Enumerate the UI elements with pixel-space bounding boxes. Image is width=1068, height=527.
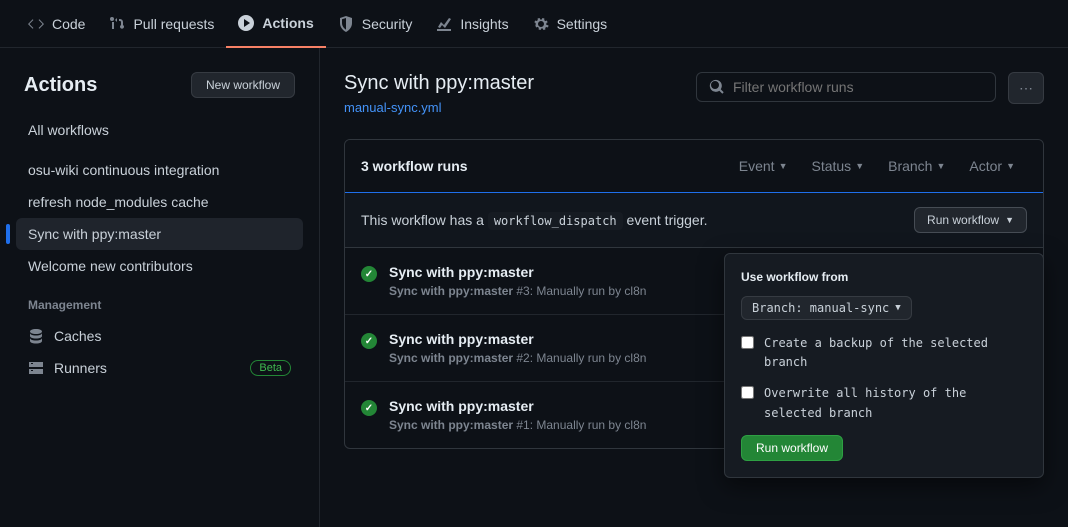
pull-request-icon — [109, 16, 125, 32]
tab-label: Settings — [557, 16, 608, 32]
filter-runs-search[interactable] — [696, 72, 996, 102]
repo-topnav: Code Pull requests Actions Security Insi… — [0, 0, 1068, 48]
tab-actions[interactable]: Actions — [226, 0, 325, 48]
run-sub-prefix: Sync with ppy:master — [389, 351, 513, 365]
sidebar-workflow-item-selected[interactable]: Sync with ppy:master — [16, 218, 303, 250]
kebab-icon: ⋯ — [1019, 80, 1033, 97]
code-icon — [28, 16, 44, 32]
sidebar: Actions New workflow All workflows osu-w… — [0, 48, 320, 527]
run-sub-prefix: Sync with ppy:master — [389, 284, 513, 298]
dispatch-text-suffix: event trigger. — [623, 212, 708, 228]
beta-badge: Beta — [250, 360, 291, 376]
filter-branch[interactable]: Branch▼ — [876, 154, 957, 178]
main: Sync with ppy:master manual-sync.yml ⋯ 3… — [320, 48, 1068, 527]
runs-count: 3 workflow runs — [361, 158, 727, 174]
run-workflow-button[interactable]: Run workflow — [741, 435, 843, 461]
tab-label: Insights — [460, 16, 508, 32]
filter-actor[interactable]: Actor▼ — [957, 154, 1027, 178]
kebab-menu-button[interactable]: ⋯ — [1008, 72, 1044, 104]
run-workflow-popover: Use workflow from Branch: manual-sync ▼ … — [724, 253, 1044, 478]
sidebar-caches-label: Caches — [54, 328, 101, 344]
sidebar-workflow-item[interactable]: osu-wiki continuous integration — [16, 154, 303, 186]
branch-select[interactable]: Branch: manual-sync ▼ — [741, 296, 912, 320]
filter-event[interactable]: Event▼ — [727, 154, 800, 178]
dispatch-code: workflow_dispatch — [488, 212, 623, 230]
filter-status[interactable]: Status▼ — [799, 154, 876, 178]
sidebar-runners-label: Runners — [54, 360, 107, 376]
graph-icon — [436, 16, 452, 32]
overwrite-checkbox[interactable] — [741, 386, 754, 399]
play-icon — [238, 15, 254, 31]
tab-label: Pull requests — [133, 16, 214, 32]
dispatch-text-prefix: This workflow has a — [361, 212, 488, 228]
tab-pulls[interactable]: Pull requests — [97, 0, 226, 48]
chevron-down-icon: ▼ — [1005, 215, 1014, 225]
tab-security[interactable]: Security — [326, 0, 425, 48]
overwrite-label: Overwrite all history of the selected br… — [764, 384, 1027, 422]
run-sub-rest: #3: Manually run by cl8n — [513, 284, 646, 298]
sidebar-workflow-item[interactable]: Welcome new contributors — [16, 250, 303, 282]
tab-settings[interactable]: Settings — [521, 0, 620, 48]
chevron-down-icon: ▼ — [1006, 161, 1015, 171]
sidebar-mgmt-label: Management — [16, 282, 303, 320]
server-icon — [28, 360, 44, 376]
sidebar-caches[interactable]: Caches — [16, 320, 303, 352]
dispatch-banner: This workflow has a workflow_dispatch ev… — [345, 192, 1043, 248]
new-workflow-button[interactable]: New workflow — [191, 72, 295, 98]
shield-icon — [338, 16, 354, 32]
tab-label: Actions — [262, 15, 313, 31]
backup-checkbox[interactable] — [741, 336, 754, 349]
page-title: Sync with ppy:master — [344, 72, 684, 95]
chevron-down-icon: ▼ — [895, 303, 900, 313]
chevron-down-icon: ▼ — [855, 161, 864, 171]
sidebar-workflow-item[interactable]: refresh node_modules cache — [16, 186, 303, 218]
sidebar-runners[interactable]: Runners Beta — [16, 352, 303, 384]
chevron-down-icon: ▼ — [779, 161, 788, 171]
run-workflow-dropdown-button[interactable]: Run workflow ▼ — [914, 207, 1027, 233]
success-icon — [361, 266, 377, 282]
gear-icon — [533, 16, 549, 32]
tab-code[interactable]: Code — [16, 0, 97, 48]
backup-label: Create a backup of the selected branch — [764, 334, 1027, 372]
filter-runs-input[interactable] — [733, 79, 983, 95]
tab-label: Security — [362, 16, 413, 32]
run-sub-rest: #1: Manually run by cl8n — [513, 418, 646, 432]
success-icon — [361, 333, 377, 349]
sidebar-all-workflows[interactable]: All workflows — [16, 114, 303, 146]
run-sub-rest: #2: Manually run by cl8n — [513, 351, 646, 365]
run-sub-prefix: Sync with ppy:master — [389, 418, 513, 432]
tab-insights[interactable]: Insights — [424, 0, 520, 48]
popover-title: Use workflow from — [741, 270, 1027, 284]
search-icon — [709, 79, 725, 95]
success-icon — [361, 400, 377, 416]
tab-label: Code — [52, 16, 85, 32]
chevron-down-icon: ▼ — [936, 161, 945, 171]
workflow-file-link[interactable]: manual-sync.yml — [344, 100, 442, 115]
sidebar-title: Actions — [24, 74, 97, 97]
database-icon — [28, 328, 44, 344]
